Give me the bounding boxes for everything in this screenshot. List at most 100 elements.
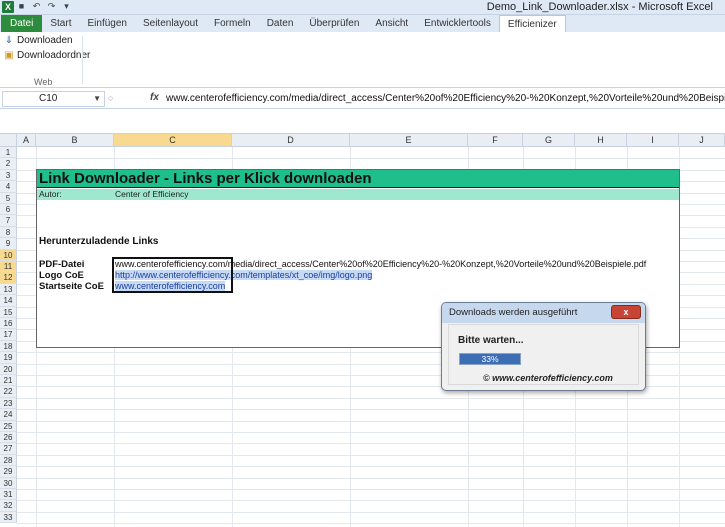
tab-formeln[interactable]: Formeln bbox=[206, 15, 259, 32]
gridline bbox=[17, 420, 725, 422]
row-header[interactable]: 26 bbox=[0, 432, 17, 444]
downloaden-label: Downloaden bbox=[17, 35, 73, 46]
dialog-title-bar[interactable]: Downloads werden ausgeführt x bbox=[442, 303, 645, 323]
column-header-h[interactable]: H bbox=[575, 134, 627, 147]
row-header[interactable]: 17 bbox=[0, 329, 17, 341]
downloadordner-button[interactable]: ▣ Downloadordner bbox=[4, 50, 90, 61]
row-header[interactable]: 4 bbox=[0, 181, 17, 193]
gridline bbox=[17, 466, 725, 468]
row-header[interactable]: 6 bbox=[0, 204, 17, 216]
row-header[interactable]: 15 bbox=[0, 306, 17, 318]
formula-input[interactable]: www.centerofefficiency.com/media/direct_… bbox=[166, 93, 725, 104]
downloads-dialog: Downloads werden ausgeführt x Bitte wart… bbox=[441, 302, 646, 391]
row-header[interactable]: 1 bbox=[0, 147, 17, 159]
row-header[interactable]: 21 bbox=[0, 375, 17, 387]
link-label-logo: Logo CoE bbox=[39, 270, 84, 281]
column-header-i[interactable]: I bbox=[627, 134, 679, 147]
row-header[interactable]: 9 bbox=[0, 238, 17, 250]
row-header[interactable]: 30 bbox=[0, 477, 17, 489]
tab-einfuegen[interactable]: Einfügen bbox=[79, 15, 134, 32]
row-header[interactable]: 10 bbox=[0, 249, 17, 261]
tab-start[interactable]: Start bbox=[42, 15, 79, 32]
row-header[interactable]: 13 bbox=[0, 283, 17, 296]
select-all-corner[interactable] bbox=[0, 134, 17, 147]
column-header-f[interactable]: F bbox=[468, 134, 523, 147]
download-arrow-icon: ⇓ bbox=[4, 34, 14, 46]
formula-bar-expanded[interactable] bbox=[0, 110, 725, 134]
row-header[interactable]: 7 bbox=[0, 215, 17, 227]
row-header[interactable]: 22 bbox=[0, 386, 17, 398]
row-header[interactable]: 32 bbox=[0, 500, 17, 512]
formula-bar-resize-icon[interactable]: ○ bbox=[108, 93, 113, 103]
link-label-pdf: PDF-Datei bbox=[39, 259, 85, 270]
row-header[interactable]: 2 bbox=[0, 158, 17, 170]
redo-icon[interactable]: ↷ bbox=[46, 1, 57, 12]
row-header[interactable]: 11 bbox=[0, 261, 17, 273]
row-header[interactable]: 16 bbox=[0, 318, 17, 330]
dialog-title: Downloads werden ausgeführt bbox=[449, 307, 578, 318]
cell-selection[interactable] bbox=[112, 257, 233, 293]
tab-entwicklertools[interactable]: Entwicklertools bbox=[416, 15, 499, 32]
row-header[interactable]: 8 bbox=[0, 226, 17, 239]
ribbon-group-separator bbox=[82, 36, 83, 84]
tab-seitenlayout[interactable]: Seitenlayout bbox=[135, 15, 206, 32]
row-header[interactable]: 12 bbox=[0, 272, 17, 284]
tab-daten[interactable]: Daten bbox=[259, 15, 302, 32]
close-button[interactable]: x bbox=[611, 305, 641, 319]
name-box[interactable]: C10 ▼ bbox=[2, 91, 105, 107]
insert-function-button[interactable]: fx bbox=[150, 92, 159, 103]
excel-icon[interactable]: X bbox=[2, 1, 14, 13]
tab-ueberpruefen[interactable]: Überprüfen bbox=[301, 15, 367, 32]
save-icon[interactable]: ■ bbox=[16, 1, 27, 12]
banner-title: Link Downloader - Links per Klick downlo… bbox=[39, 170, 372, 187]
banner-bar: Link Downloader - Links per Klick downlo… bbox=[37, 170, 679, 188]
gridline bbox=[17, 489, 725, 490]
tab-ansicht[interactable]: Ansicht bbox=[367, 15, 416, 32]
gridline bbox=[17, 432, 725, 433]
gridline bbox=[17, 477, 725, 479]
close-icon: x bbox=[623, 307, 629, 317]
progress-bar: 33% bbox=[459, 353, 521, 365]
row-header[interactable]: 3 bbox=[0, 169, 17, 182]
name-box-value: C10 bbox=[39, 93, 58, 104]
author-value: Center of Efficiency bbox=[115, 189, 189, 199]
row-header[interactable]: 18 bbox=[0, 340, 17, 353]
row-header[interactable]: 31 bbox=[0, 489, 17, 501]
undo-icon[interactable]: ↶ bbox=[31, 1, 42, 12]
row-header[interactable]: 24 bbox=[0, 409, 17, 421]
row-header[interactable]: 29 bbox=[0, 466, 17, 478]
link-label-startseite: Startseite CoE bbox=[39, 281, 104, 292]
downloaden-button[interactable]: ⇓ Downloaden bbox=[4, 35, 73, 46]
progress-text: 33% bbox=[481, 354, 499, 364]
row-header[interactable]: 33 bbox=[0, 511, 17, 524]
row-header[interactable]: 25 bbox=[0, 420, 17, 432]
gridline bbox=[17, 409, 725, 411]
row-header[interactable]: 28 bbox=[0, 454, 17, 467]
column-header-c[interactable]: C bbox=[114, 134, 232, 147]
row-header[interactable]: 5 bbox=[0, 192, 17, 204]
chevron-down-icon[interactable]: ▼ bbox=[93, 92, 101, 106]
row-header[interactable]: 23 bbox=[0, 397, 17, 410]
gridline bbox=[17, 397, 725, 399]
column-header-e[interactable]: E bbox=[350, 134, 468, 147]
column-header-a[interactable]: A bbox=[17, 134, 36, 147]
gridline bbox=[17, 443, 725, 445]
gridline bbox=[17, 454, 725, 456]
tab-efficienizer[interactable]: Efficienizer bbox=[498, 15, 566, 32]
customize-icon[interactable]: ▾ bbox=[61, 1, 72, 12]
column-header-g[interactable]: G bbox=[523, 134, 575, 147]
dialog-body: Bitte warten... 33% © www.centerofeffici… bbox=[448, 324, 639, 385]
tab-datei[interactable]: Datei bbox=[1, 15, 43, 32]
row-header[interactable]: 20 bbox=[0, 363, 17, 375]
column-header-d[interactable]: D bbox=[232, 134, 350, 147]
column-header-j[interactable]: J bbox=[679, 134, 725, 147]
row-header[interactable]: 14 bbox=[0, 295, 17, 307]
row-header[interactable]: 27 bbox=[0, 443, 17, 455]
window-title: Demo_Link_Downloader.xlsx - Microsoft Ex… bbox=[486, 1, 713, 13]
column-header-b[interactable]: B bbox=[36, 134, 114, 147]
ribbon: ⇓ Downloaden ▣ Downloadordner Web bbox=[0, 32, 725, 88]
gridline bbox=[17, 523, 725, 525]
formula-bar: C10 ▼ ○ fx www.centerofefficiency.com/me… bbox=[0, 89, 725, 109]
folder-icon: ▣ bbox=[4, 49, 14, 61]
row-header[interactable]: 19 bbox=[0, 352, 17, 364]
